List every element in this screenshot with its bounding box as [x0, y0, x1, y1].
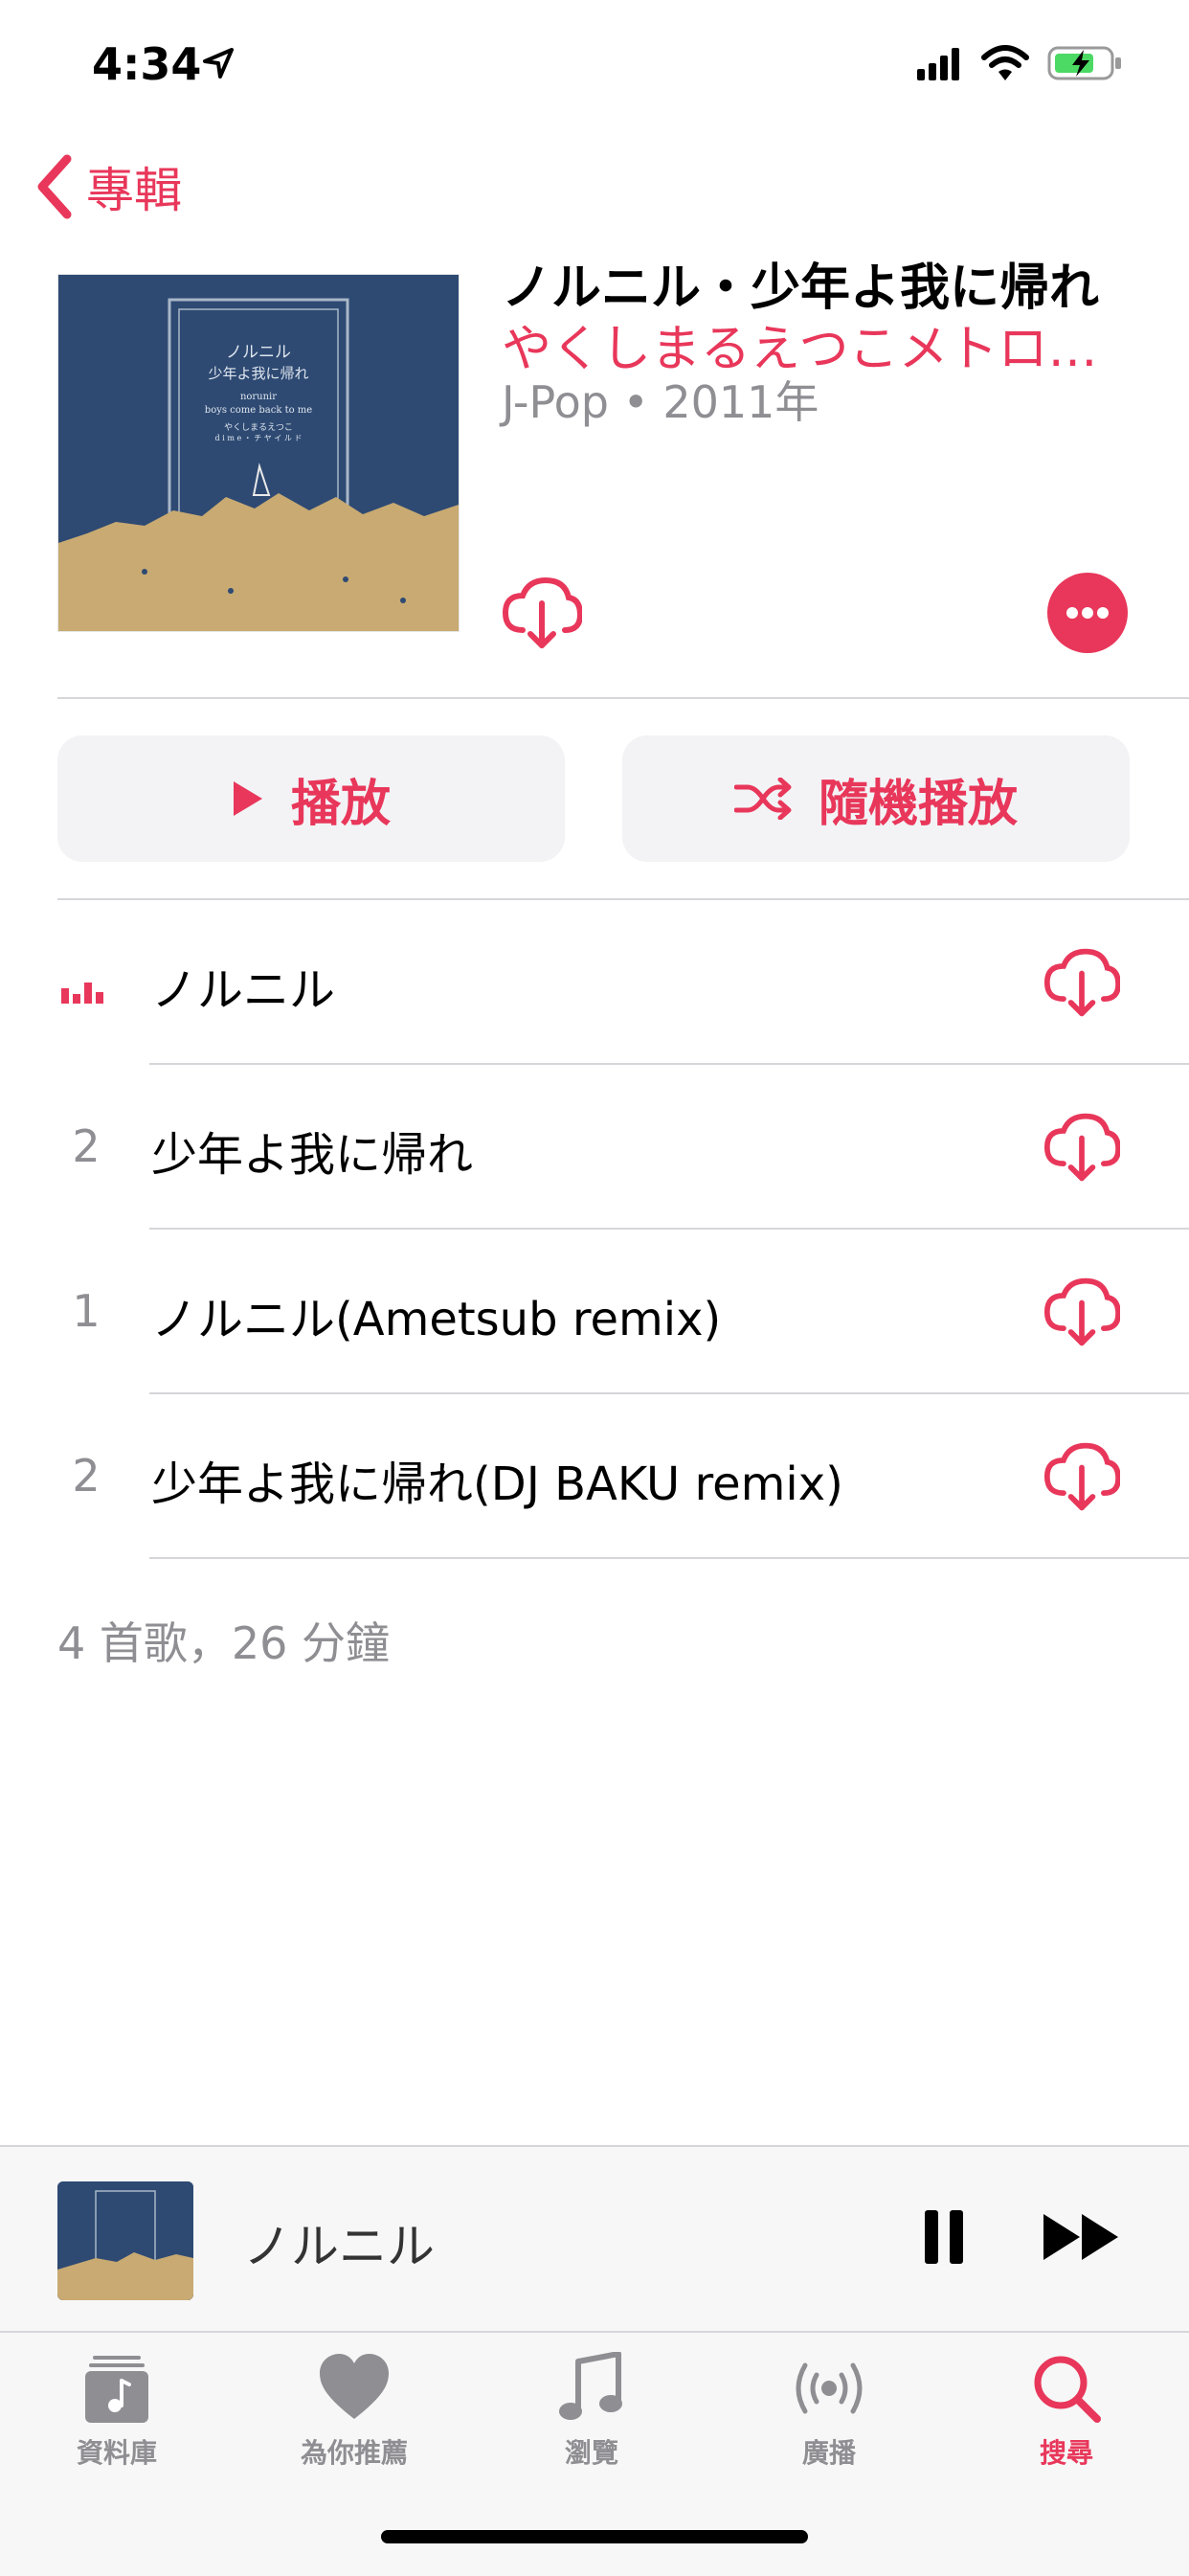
track-row[interactable]: 1 ノルニル(Ametsub remix)	[0, 1230, 1189, 1394]
art-text-6: d i m e ・ チ ヤ イ ル ド	[214, 434, 303, 443]
cellular-signal-icon	[917, 48, 959, 80]
mini-player-artwork	[57, 2181, 193, 2300]
track-row[interactable]: ノルニル	[0, 900, 1189, 1065]
home-indicator	[381, 2530, 808, 2543]
track-title: 少年よ我に帰れ	[151, 1128, 474, 1182]
track-row[interactable]: 2 少年よ我に帰れ	[0, 1065, 1189, 1230]
wifi-icon	[981, 45, 1029, 80]
divider	[149, 1557, 1189, 1559]
tab-radio[interactable]: 廣播	[733, 2352, 925, 2471]
divider	[57, 697, 1189, 699]
tab-search[interactable]: 搜尋	[971, 2352, 1162, 2471]
ellipsis-icon	[1066, 607, 1109, 619]
status-time: 4:34	[92, 38, 202, 90]
library-icon	[85, 2356, 148, 2423]
art-text-5: やくしまるえつこ	[224, 423, 293, 434]
album-meta: J-Pop • 2011年	[502, 376, 819, 428]
battery-icon	[1047, 46, 1121, 80]
track-number: 2	[72, 1450, 101, 1502]
shuffle-button[interactable]: 隨機播放	[622, 735, 1130, 862]
pause-icon[interactable]	[921, 2208, 969, 2266]
download-album-icon[interactable]	[502, 575, 582, 651]
chevron-left-icon	[37, 154, 72, 219]
track-number: 1	[72, 1285, 101, 1337]
heart-icon	[320, 2354, 389, 2419]
back-button[interactable]: 專輯	[33, 153, 182, 220]
download-icon[interactable]	[1043, 944, 1120, 1021]
tab-label: 為你推薦	[300, 2437, 408, 2469]
tab-label: 搜尋	[1039, 2437, 1093, 2469]
track-number: 2	[72, 1120, 101, 1172]
track-title: ノルニル(Ametsub remix)	[151, 1293, 722, 1346]
tab-browse[interactable]: 瀏覽	[496, 2352, 687, 2471]
shuffle-icon	[733, 778, 792, 820]
tab-library[interactable]: 資料庫	[21, 2352, 213, 2471]
shuffle-label: 隨機播放	[818, 775, 1018, 833]
mini-player-title: ノルニル	[243, 2219, 435, 2274]
track-title: 少年よ我に帰れ(DJ BAKU remix)	[151, 1457, 843, 1511]
album-artwork: ノルニル 少年よ我に帰れ norunir boys come back to m…	[57, 274, 460, 632]
location-arrow-icon	[203, 48, 234, 79]
more-options-button[interactable]	[1047, 573, 1128, 653]
fast-forward-icon[interactable]	[1042, 2212, 1122, 2262]
play-label: 播放	[290, 775, 391, 833]
art-text-2: 少年よ我に帰れ	[208, 364, 309, 382]
track-summary: 4 首歌，26 分鐘	[57, 1617, 391, 1669]
download-icon[interactable]	[1043, 1438, 1120, 1515]
radio-icon	[796, 2362, 863, 2414]
mini-player[interactable]: ノルニル	[0, 2145, 1189, 2331]
track-row[interactable]: 2 少年よ我に帰れ(DJ BAKU remix)	[0, 1394, 1189, 1559]
tab-label: 資料庫	[76, 2437, 157, 2469]
track-title: ノルニル	[151, 963, 336, 1017]
art-text-4: boys come back to me	[204, 404, 313, 416]
music-note-icon	[559, 2352, 622, 2420]
play-icon	[233, 781, 262, 816]
search-icon	[1034, 2356, 1101, 2423]
back-label: 專輯	[86, 163, 182, 218]
art-text-1: ノルニル	[226, 343, 291, 362]
tab-label: 廣播	[801, 2437, 856, 2469]
tab-label: 瀏覽	[564, 2437, 618, 2469]
art-text-3: norunir	[239, 392, 278, 403]
now-playing-icon	[61, 983, 103, 1004]
download-icon[interactable]	[1043, 1109, 1120, 1186]
download-icon[interactable]	[1043, 1274, 1120, 1350]
play-button[interactable]: 播放	[57, 735, 565, 862]
tab-for-you[interactable]: 為你推薦	[258, 2352, 450, 2471]
